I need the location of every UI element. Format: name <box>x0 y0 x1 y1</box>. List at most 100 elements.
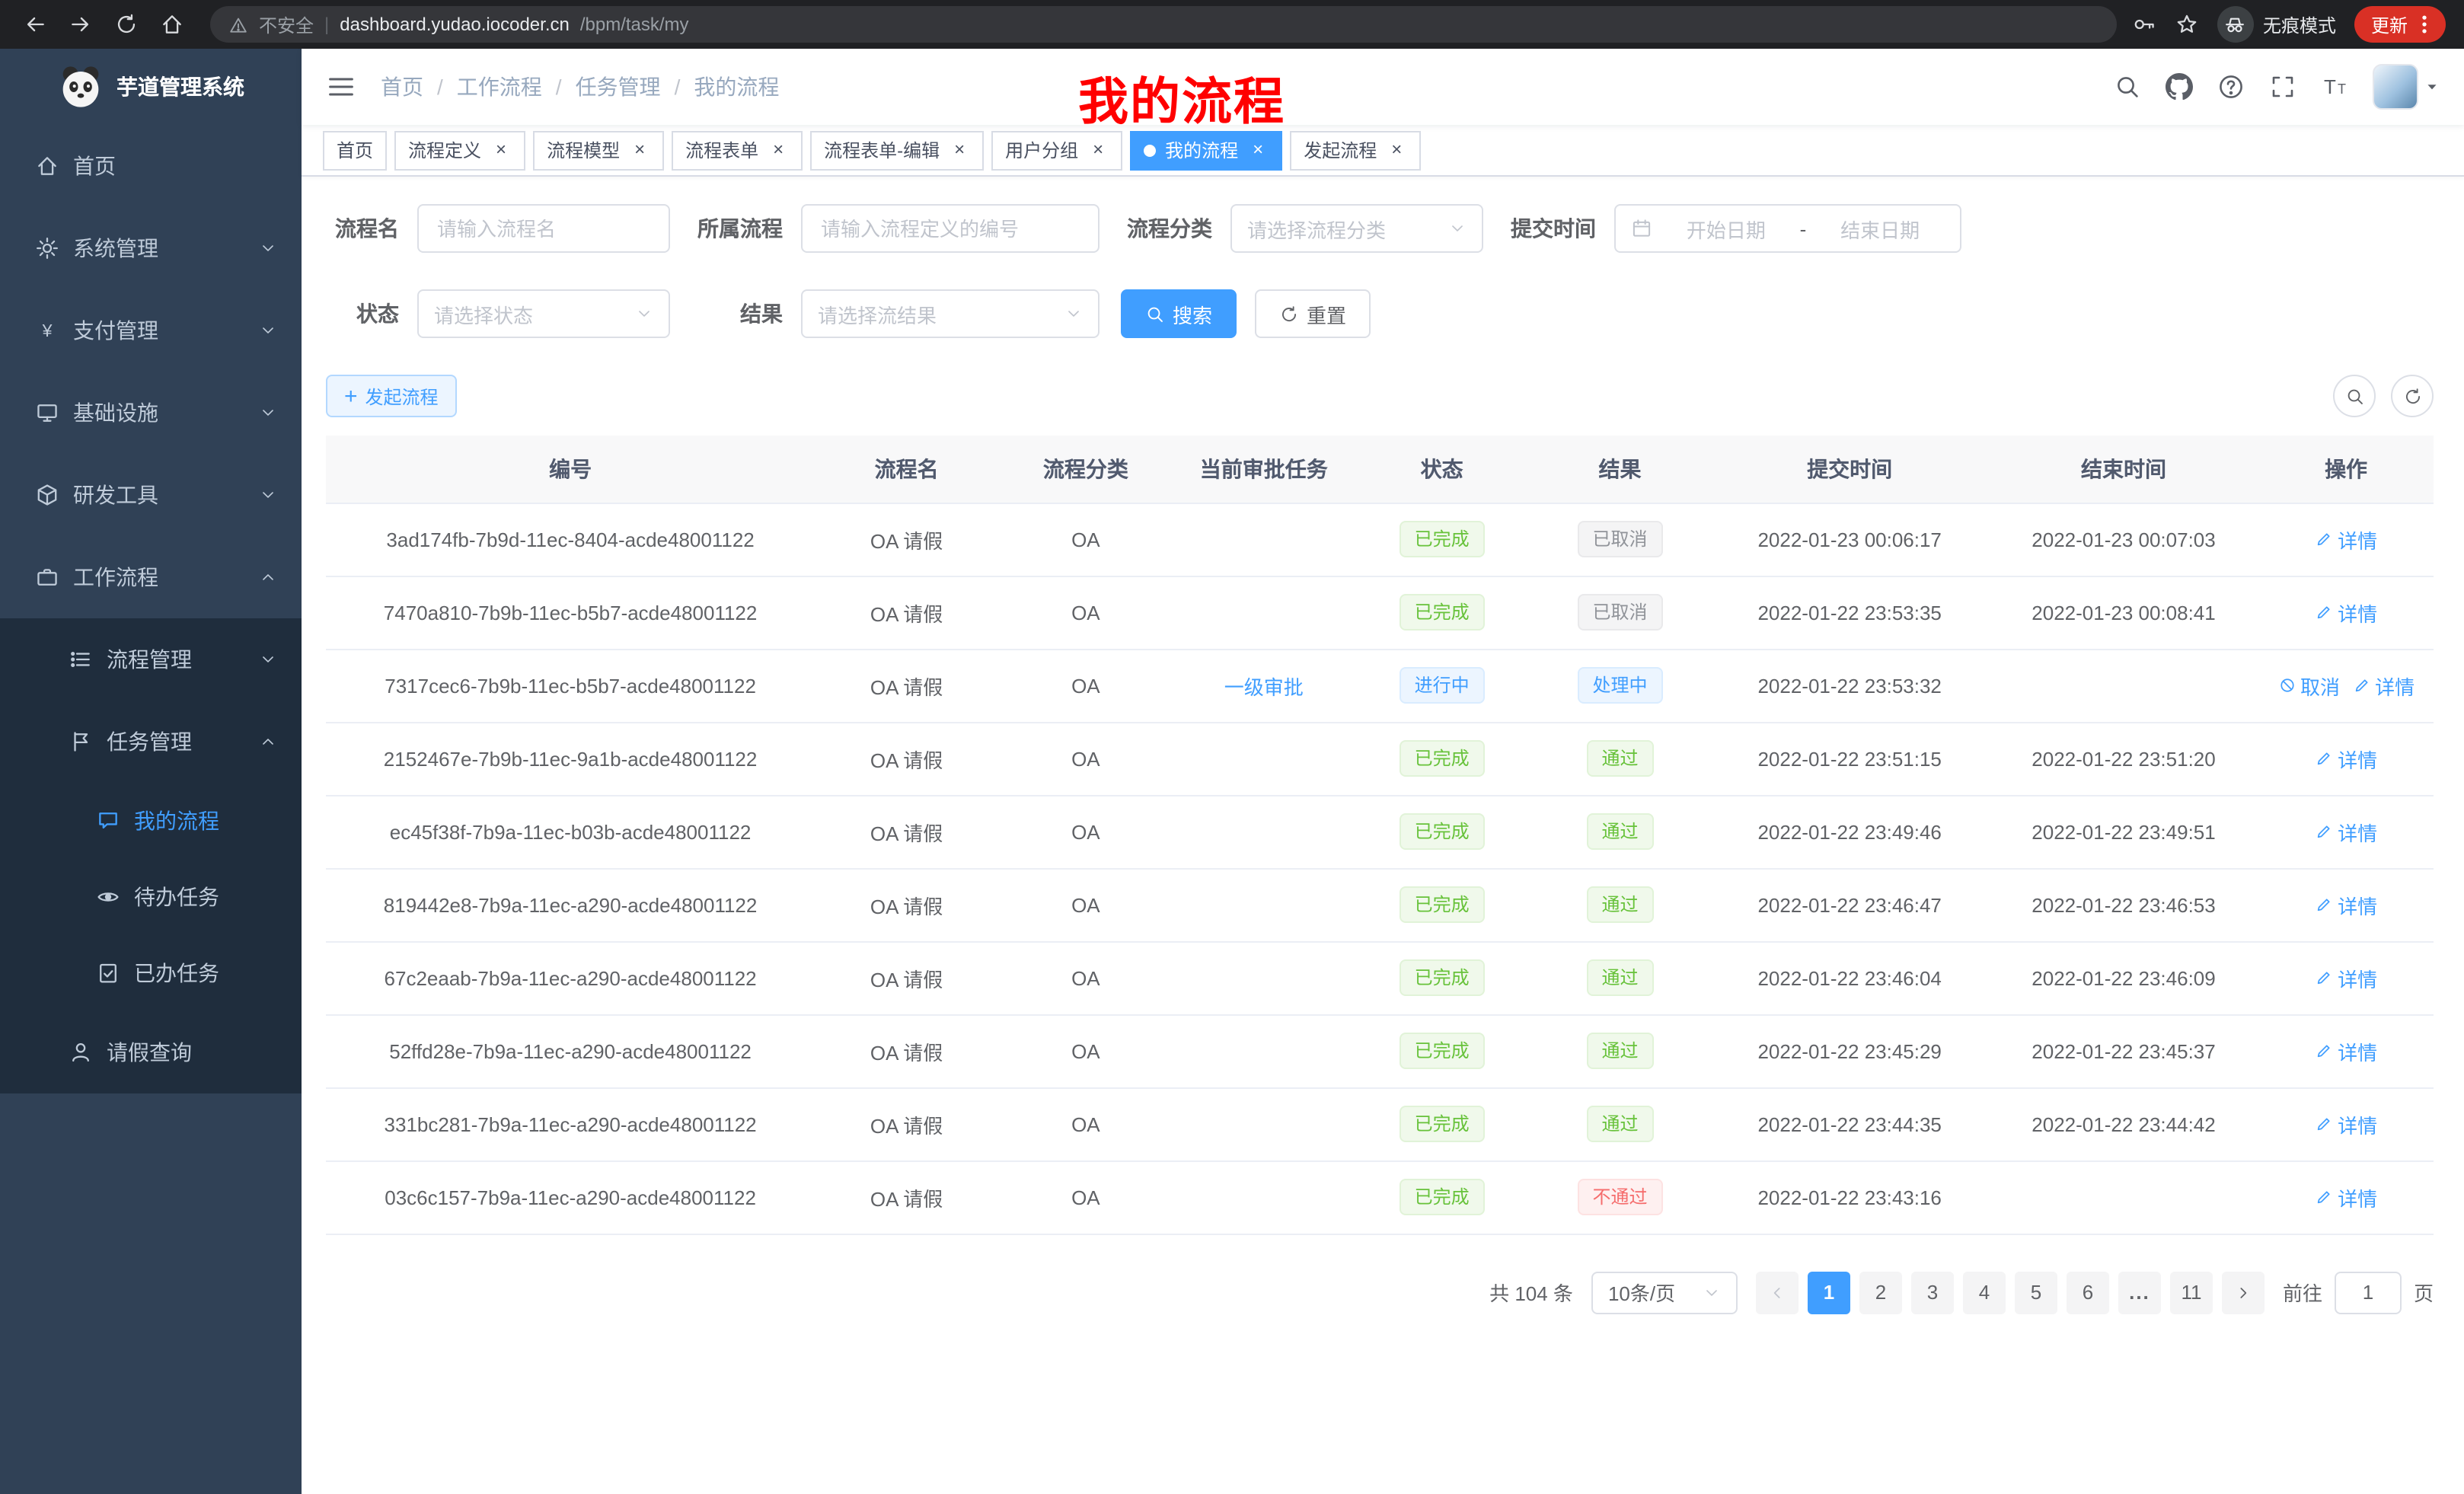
hamburger-icon[interactable] <box>326 72 356 102</box>
tab-label: 流程表单-编辑 <box>824 137 940 163</box>
sidebar-item-monitor[interactable]: 基础设施 <box>0 372 302 454</box>
tab[interactable]: 首页 <box>323 130 387 170</box>
task-link[interactable]: 一级审批 <box>1224 671 1304 700</box>
forward-icon[interactable] <box>61 5 101 44</box>
tab[interactable]: 流程表单-编辑 × <box>810 130 984 170</box>
tab[interactable]: 流程定义× <box>394 130 525 170</box>
update-button[interactable]: 更新 <box>2354 6 2446 43</box>
sidebar-item-gear[interactable]: 系统管理 <box>0 207 302 289</box>
close-icon[interactable]: × <box>1247 139 1269 161</box>
process-name-input[interactable] <box>417 204 670 253</box>
cell-category: OA <box>998 722 1173 795</box>
sidebar-item-done[interactable]: 已办任务 <box>0 935 302 1011</box>
search-icon[interactable] <box>2114 73 2141 101</box>
sidebar-item-chat[interactable]: 我的流程 <box>0 783 302 859</box>
page-button[interactable]: 4 <box>1963 1271 2006 1314</box>
help-icon[interactable] <box>2217 73 2245 101</box>
next-page-button[interactable] <box>2222 1271 2265 1314</box>
page-button[interactable]: 1 <box>1808 1271 1850 1314</box>
breadcrumb-item[interactable]: 工作流程 <box>457 72 542 102</box>
reset-button-label: 重置 <box>1307 299 1346 328</box>
detail-action[interactable]: 详情 <box>2315 525 2377 554</box>
user-menu[interactable] <box>2373 64 2440 110</box>
browser-controls: 无痕模式 更新 <box>2132 6 2452 43</box>
detail-action[interactable]: 详情 <box>2315 817 2377 846</box>
submit-time-range[interactable]: 开始日期 - 结束日期 <box>1614 204 1961 253</box>
detail-action[interactable]: 详情 <box>2315 890 2377 919</box>
font-size-icon[interactable]: TT <box>2321 73 2348 101</box>
prev-page-button[interactable] <box>1756 1271 1799 1314</box>
close-icon[interactable]: × <box>768 139 789 161</box>
breadcrumb-item[interactable]: 首页 <box>381 72 423 102</box>
total-count: 共 104 条 <box>1489 1278 1573 1307</box>
list-icon <box>67 647 93 672</box>
more-pages-button[interactable]: ... <box>2118 1271 2161 1314</box>
cancel-action[interactable]: 取消 <box>2277 671 2340 700</box>
address-bar[interactable]: 不安全 | dashboard.yudao.iocoder.cn/bpm/tas… <box>210 6 2117 43</box>
close-icon[interactable]: × <box>1386 139 1407 161</box>
process-name-input-field[interactable] <box>434 215 653 241</box>
result-select[interactable]: 请选择流结果 <box>801 289 1100 338</box>
fullscreen-icon[interactable] <box>2269 73 2296 101</box>
page-button[interactable]: 3 <box>1911 1271 1954 1314</box>
cell-end-time: 2022-01-22 23:49:51 <box>1989 795 2258 868</box>
start-date-placeholder: 开始日期 <box>1661 214 1791 243</box>
close-icon[interactable]: × <box>949 139 970 161</box>
detail-action[interactable]: 详情 <box>2315 1183 2377 1211</box>
page-button[interactable]: 2 <box>1859 1271 1902 1314</box>
avatar[interactable] <box>2373 64 2418 110</box>
tab[interactable]: 用户分组× <box>991 130 1122 170</box>
sidebar-item-home[interactable]: 首页 <box>0 125 302 207</box>
reload-icon[interactable] <box>107 5 146 44</box>
parent-process-input[interactable] <box>801 204 1100 253</box>
detail-action[interactable]: 详情 <box>2315 598 2377 627</box>
search-button[interactable]: 搜索 <box>1121 289 1237 338</box>
filter-label: 提交时间 <box>1505 213 1614 244</box>
sidebar-item-tasks[interactable]: 任务管理 <box>0 701 302 783</box>
sidebar-item-list[interactable]: 流程管理 <box>0 618 302 701</box>
close-icon[interactable]: × <box>629 139 650 161</box>
tab[interactable]: 发起流程× <box>1290 130 1421 170</box>
status-select[interactable]: 请选择状态 <box>417 289 670 338</box>
detail-action[interactable]: 详情 <box>2315 1036 2377 1065</box>
cell-result: 通过 <box>1529 868 1710 941</box>
back-icon[interactable] <box>15 5 55 44</box>
breadcrumb-item[interactable]: 任务管理 <box>576 72 661 102</box>
refresh-table-button[interactable] <box>2391 375 2434 417</box>
category-select[interactable]: 请选择流程分类 <box>1230 204 1483 253</box>
close-icon[interactable]: × <box>490 139 512 161</box>
page-button[interactable]: 11 <box>2170 1271 2213 1314</box>
detail-action[interactable]: 详情 <box>2315 963 2377 992</box>
cell-end-time: 2022-01-22 23:44:42 <box>1989 1087 2258 1160</box>
tab[interactable]: 我的流程× <box>1130 130 1282 170</box>
sidebar-item-user[interactable]: 请假查询 <box>0 1011 302 1093</box>
select-placeholder: 请选择状态 <box>434 299 533 328</box>
sidebar-item-eye[interactable]: 待办任务 <box>0 859 302 935</box>
detail-action[interactable]: 详情 <box>2352 671 2415 700</box>
app-logo[interactable]: 芋道管理系统 <box>0 49 302 125</box>
detail-action[interactable]: 详情 <box>2315 1109 2377 1138</box>
reset-button[interactable]: 重置 <box>1255 289 1371 338</box>
toggle-search-button[interactable] <box>2333 375 2376 417</box>
page-button[interactable]: 5 <box>2015 1271 2057 1314</box>
bookmark-star-icon[interactable] <box>2175 12 2199 37</box>
sidebar-item-briefcase[interactable]: 工作流程 <box>0 536 302 618</box>
cell-submit-time: 2022-01-22 23:51:15 <box>1711 722 1989 795</box>
tab[interactable]: 流程表单× <box>672 130 803 170</box>
browser-menu-icon[interactable] <box>2412 12 2437 37</box>
parent-process-input-field[interactable] <box>818 215 1083 241</box>
sidebar-item-box[interactable]: 研发工具 <box>0 454 302 536</box>
create-process-button[interactable]: + 发起流程 <box>326 375 457 417</box>
detail-action[interactable]: 详情 <box>2315 744 2377 773</box>
sidebar-item-yen[interactable]: ¥支付管理 <box>0 289 302 372</box>
page-button[interactable]: 6 <box>2067 1271 2109 1314</box>
github-icon[interactable] <box>2166 73 2193 101</box>
close-icon[interactable]: × <box>1087 139 1109 161</box>
app-title: 芋道管理系统 <box>116 72 244 102</box>
key-icon[interactable] <box>2132 12 2156 37</box>
cell-task <box>1173 941 1355 1014</box>
browser-home-icon[interactable] <box>152 5 192 44</box>
page-size-select[interactable]: 10条/页 <box>1591 1271 1738 1314</box>
tab[interactable]: 流程模型× <box>533 130 664 170</box>
goto-page-input[interactable] <box>2335 1271 2402 1314</box>
